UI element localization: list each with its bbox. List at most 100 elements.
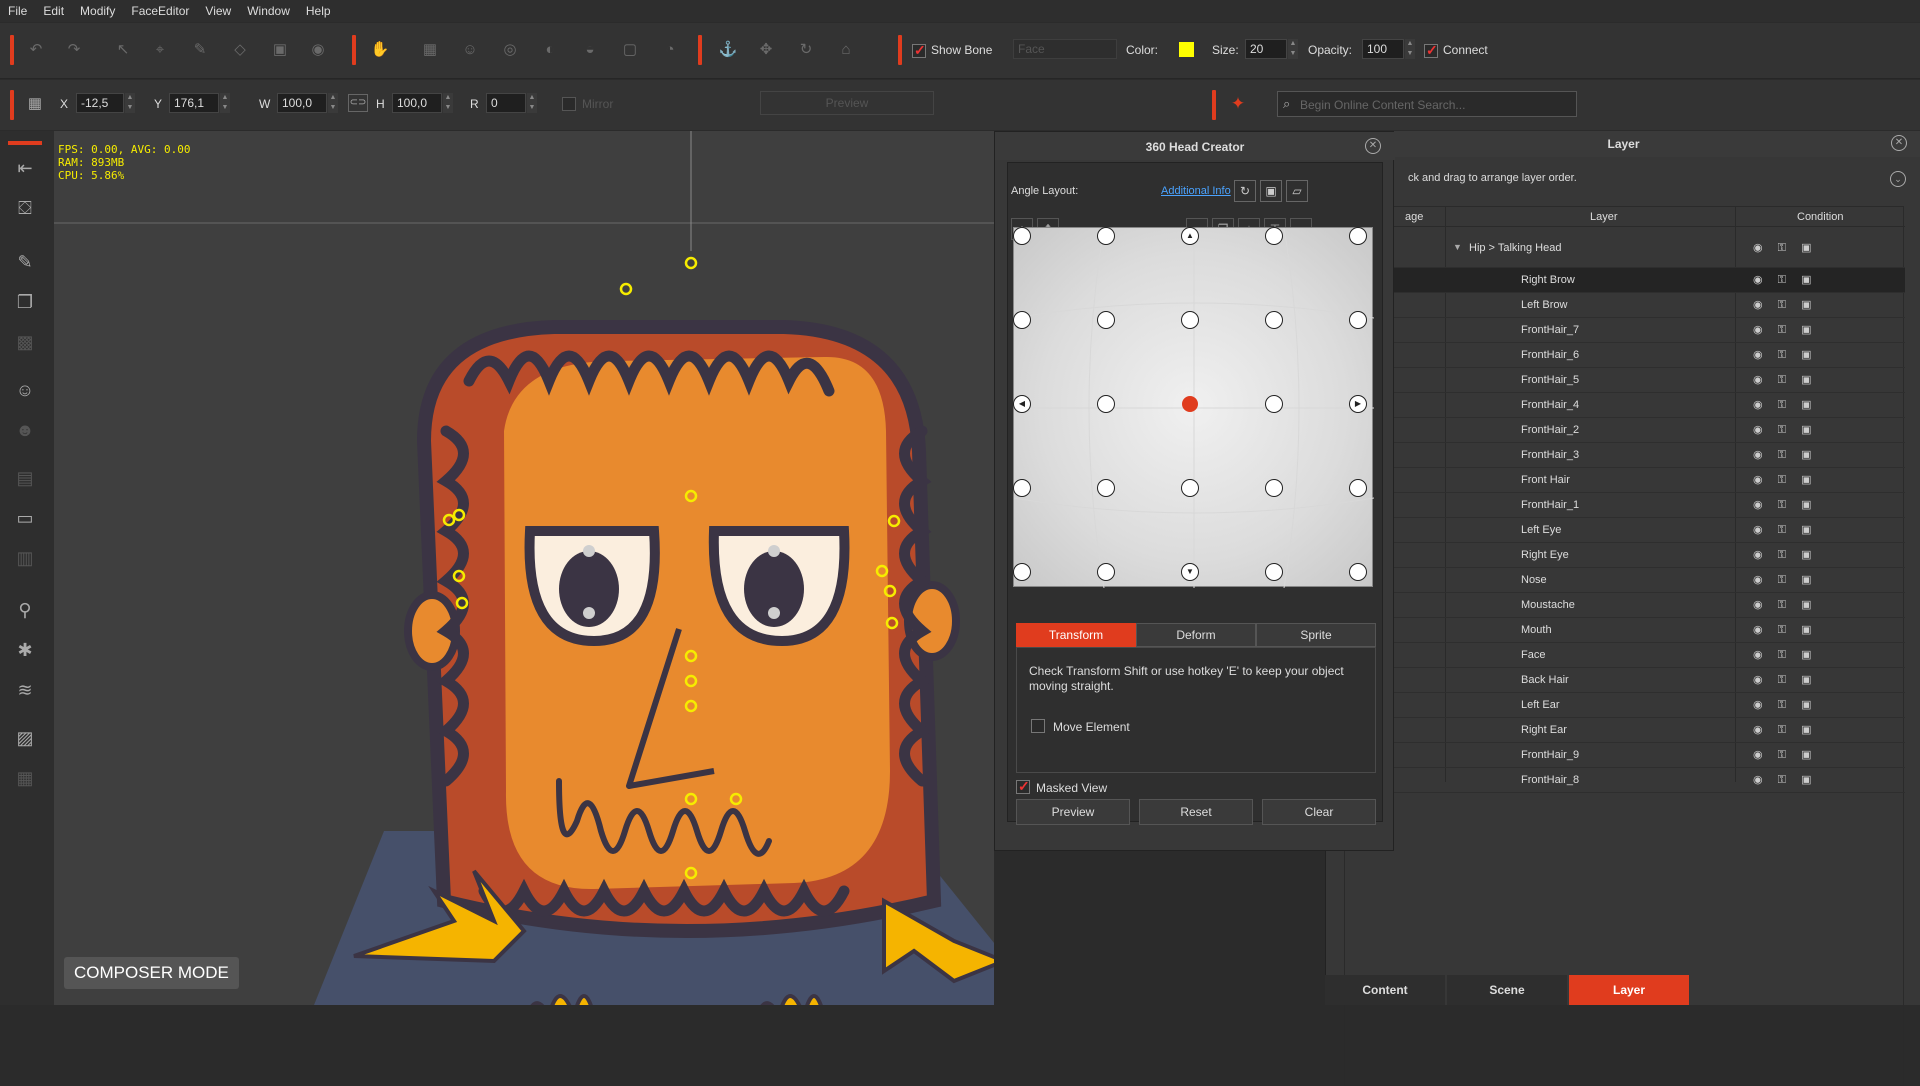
angle-point[interactable]: [1349, 479, 1367, 497]
connect-checkbox[interactable]: [1424, 42, 1438, 59]
layer-row[interactable]: FrontHair_1 ◉ ⚿ ▣: [1345, 493, 1905, 518]
character-canvas[interactable]: [54, 131, 994, 1005]
menu-help[interactable]: Help: [306, 4, 331, 18]
layer-condition-icons[interactable]: ◉ ⚿ ▣: [1753, 748, 1817, 762]
spring-icon[interactable]: ≋: [12, 677, 38, 703]
layer-row[interactable]: FrontHair_4 ◉ ⚿ ▣: [1345, 393, 1905, 418]
clear-button[interactable]: Clear: [1262, 799, 1376, 825]
menu-edit[interactable]: Edit: [43, 4, 64, 18]
search-input[interactable]: Begin Online Content Search...: [1300, 98, 1465, 112]
tab-deform[interactable]: Deform: [1136, 623, 1256, 647]
select-icon[interactable]: ↖: [113, 40, 133, 60]
mesh-icon[interactable]: ▣: [270, 40, 290, 60]
menu-window[interactable]: Window: [247, 4, 290, 18]
layer-row[interactable]: FrontHair_9 ◉ ⚿ ▣: [1345, 743, 1905, 768]
layer-row[interactable]: Right Brow ◉ ⚿ ▣: [1345, 268, 1905, 293]
color-swatch[interactable]: [1179, 42, 1194, 57]
show-bone-checkbox[interactable]: [912, 42, 926, 59]
layer-row[interactable]: Left Ear ◉ ⚿ ▣: [1345, 693, 1905, 718]
layer-condition-icons[interactable]: ◉ ⚿ ▣: [1753, 348, 1817, 362]
angle-point[interactable]: [1013, 563, 1031, 581]
opacity-input[interactable]: 100: [1362, 39, 1404, 59]
refresh-icon[interactable]: ↻: [1234, 180, 1256, 202]
search-box[interactable]: ⌕ Begin Online Content Search...: [1277, 91, 1577, 117]
content-store-icon[interactable]: ✦: [1228, 94, 1248, 114]
open-folder-icon[interactable]: ▱: [1286, 180, 1308, 202]
layer-row[interactable]: Mouth ◉ ⚿ ▣: [1345, 618, 1905, 643]
r-spinner[interactable]: ▲ ▼: [527, 93, 537, 113]
tab-content[interactable]: Content: [1325, 975, 1445, 1005]
scene-icon[interactable]: ⇤: [12, 155, 38, 181]
y-spinner[interactable]: ▲ ▼: [220, 93, 230, 113]
angle-point[interactable]: [1097, 479, 1115, 497]
layer-condition-icons[interactable]: ◉ ⚿ ▣: [1753, 298, 1817, 312]
pose-icon[interactable]: ✱: [12, 637, 38, 663]
h-spinner[interactable]: ▲ ▼: [443, 93, 453, 113]
clone-icon[interactable]: ❐: [12, 289, 38, 315]
layer-row[interactable]: Left Brow ◉ ⚿ ▣: [1345, 293, 1905, 318]
render-icon[interactable]: ▦: [12, 765, 38, 791]
angle-point[interactable]: [1349, 227, 1367, 245]
angle-arrow-up[interactable]: ▲: [1181, 227, 1199, 245]
angle-point[interactable]: [1181, 311, 1199, 329]
layer-row[interactable]: Left Eye ◉ ⚿ ▣: [1345, 518, 1905, 543]
home-icon[interactable]: ⌂: [836, 40, 856, 60]
face-frame-icon[interactable]: ▢: [620, 40, 640, 60]
angle-point[interactable]: [1349, 311, 1367, 329]
w-spinner[interactable]: ▲ ▼: [328, 93, 338, 113]
angle-point[interactable]: [1265, 227, 1283, 245]
psd-icon[interactable]: ▨: [12, 725, 38, 751]
w-input[interactable]: 100,0: [277, 93, 327, 113]
collapse-icon[interactable]: ⌄: [1890, 171, 1906, 187]
r-input[interactable]: 0: [486, 93, 526, 113]
masked-view-checkbox[interactable]: [1016, 778, 1030, 795]
x-spinner[interactable]: ▲ ▼: [125, 93, 135, 113]
layer-row[interactable]: Front Hair ◉ ⚿ ▣: [1345, 468, 1905, 493]
svg-icon[interactable]: ▭: [12, 505, 38, 531]
close-icon[interactable]: ✕: [1891, 135, 1907, 151]
menu-view[interactable]: View: [205, 4, 231, 18]
sphere-icon[interactable]: ◎: [500, 40, 520, 60]
bone-icon[interactable]: ⚲: [12, 597, 38, 623]
reset-button[interactable]: Reset: [1139, 799, 1253, 825]
face-side-icon[interactable]: ◔: [660, 40, 680, 60]
menu-file[interactable]: File: [8, 4, 27, 18]
layer-row[interactable]: Face ◉ ⚿ ▣: [1345, 643, 1905, 668]
angle-point[interactable]: [1097, 563, 1115, 581]
size-input[interactable]: 20: [1245, 39, 1287, 59]
motion-icon[interactable]: ▤: [12, 465, 38, 491]
angle-point[interactable]: [1097, 311, 1115, 329]
angle-point[interactable]: [1265, 479, 1283, 497]
angle-point[interactable]: [1265, 311, 1283, 329]
sprite-icon[interactable]: ▩: [12, 329, 38, 355]
menu-modify[interactable]: Modify: [80, 4, 115, 18]
layer-row[interactable]: Right Eye ◉ ⚿ ▣: [1345, 543, 1905, 568]
undo-icon[interactable]: ↶: [26, 40, 46, 60]
layer-condition-icons[interactable]: ◉ ⚿ ▣: [1753, 373, 1817, 387]
viewport[interactable]: FPS: 0.00, AVG: 0.00 RAM: 893MB CPU: 5.86%…: [54, 131, 994, 1005]
angle-point[interactable]: [1097, 227, 1115, 245]
layer-condition-icons[interactable]: ◉ ⚿ ▣: [1753, 623, 1817, 637]
layer-row[interactable]: FrontHair_7 ◉ ⚿ ▣: [1345, 318, 1905, 343]
head-editor-icon[interactable]: ☺: [12, 377, 38, 403]
layer-row[interactable]: Back Hair ◉ ⚿ ▣: [1345, 668, 1905, 693]
move-icon[interactable]: ✥: [756, 40, 776, 60]
preview-button[interactable]: Preview: [1016, 799, 1130, 825]
layer-condition-icons[interactable]: ◉ ⚿ ▣: [1753, 673, 1817, 687]
menu-faceeditor[interactable]: FaceEditor: [131, 4, 189, 18]
layer-condition-icons[interactable]: ◉ ⚿ ▣: [1753, 648, 1817, 662]
grid-icon[interactable]: ▦: [420, 40, 440, 60]
tab-transform[interactable]: Transform: [1016, 623, 1136, 647]
size-spinner[interactable]: ▲ ▼: [1288, 39, 1298, 59]
move-element-checkbox[interactable]: [1031, 719, 1045, 733]
opacity-spinner[interactable]: ▲ ▼: [1405, 39, 1415, 59]
expand-icon[interactable]: ▼: [1453, 242, 1462, 252]
tab-sprite[interactable]: Sprite: [1256, 623, 1376, 647]
layer-root-row[interactable]: ▼ Hip > Talking Head ◉ ⚿ ▣: [1345, 228, 1905, 268]
save-icon[interactable]: ▣: [1260, 180, 1282, 202]
angle-point[interactable]: [1349, 563, 1367, 581]
mirror-checkbox[interactable]: [562, 97, 576, 111]
composer-icon[interactable]: ⛋: [12, 195, 38, 221]
layer-condition-icons[interactable]: ◉ ⚿ ▣: [1753, 723, 1817, 737]
tab-scene[interactable]: Scene: [1447, 975, 1567, 1005]
